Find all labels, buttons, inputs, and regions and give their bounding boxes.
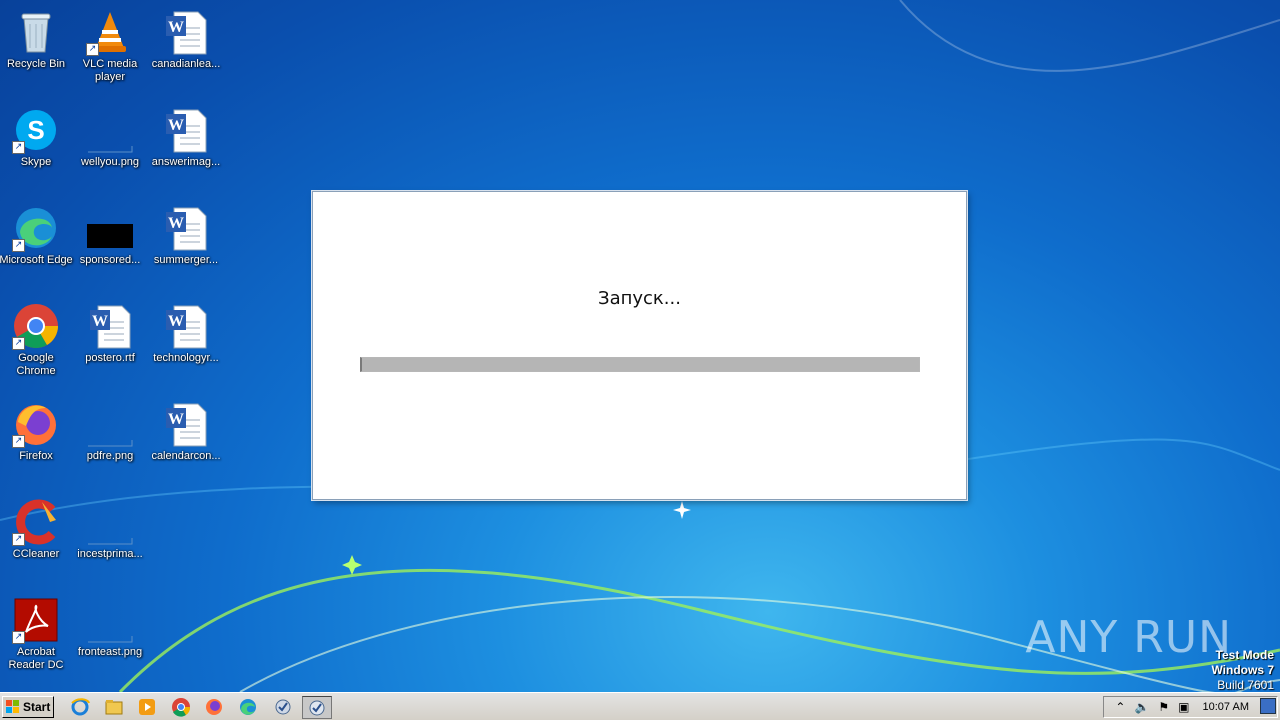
launch-dialog: Запуск... — [312, 191, 967, 500]
anyrun-watermark: ANY RUN — [1025, 612, 1232, 663]
ccleaner-icon: ↗ — [12, 498, 60, 546]
desktop-icon-chrome[interactable]: ↗ Google Chrome — [0, 296, 74, 378]
setup-app-icon — [309, 700, 325, 716]
start-label: Start — [23, 700, 51, 714]
sparkle-icon — [342, 555, 362, 575]
file-explorer-icon[interactable] — [104, 697, 124, 717]
skype-icon: S ↗ — [12, 106, 60, 154]
word-doc-icon: W — [162, 106, 210, 154]
png-file-icon — [86, 596, 134, 644]
ie-icon[interactable] — [70, 697, 90, 717]
image-file-icon — [86, 204, 134, 252]
show-desktop-button[interactable] — [1260, 698, 1276, 714]
desktop-icon-skype[interactable]: S ↗ Skype — [0, 100, 74, 169]
shortcut-arrow-icon: ↗ — [12, 435, 25, 448]
tray-expand-icon[interactable]: ⌃ — [1115, 700, 1125, 714]
desktop-icon-canadianlea[interactable]: W canadianlea... — [148, 2, 224, 71]
firefox-taskbar-icon[interactable] — [204, 697, 224, 717]
desktop-icon-summerger[interactable]: W summerger... — [148, 198, 224, 267]
media-player-icon[interactable] — [137, 697, 157, 717]
taskbar: Start ⌃ 🔈 ⚑ ▣ 10:07 AM — [0, 692, 1280, 720]
desktop-icon-calendarcon[interactable]: W calendarcon... — [148, 394, 224, 463]
test-mode-notice: Test Mode Windows 7 Build 7601 — [1211, 648, 1274, 692]
svg-text:W: W — [168, 411, 184, 428]
sparkle-icon — [673, 501, 691, 519]
desktop-icon-ccleaner[interactable]: ↗ CCleaner — [0, 492, 74, 561]
edge-taskbar-icon[interactable] — [238, 697, 258, 717]
start-button[interactable]: Start — [2, 696, 54, 718]
progress-bar-fill — [362, 358, 919, 371]
svg-text:S: S — [27, 115, 44, 145]
svg-text:W: W — [168, 19, 184, 36]
png-file-icon — [86, 106, 134, 154]
progress-bar — [360, 357, 920, 372]
desktop-icon-sponsored[interactable]: sponsored... — [72, 198, 148, 267]
desktop: Recycle Bin S ↗ Skype ↗ Microsoft Edge ↗… — [0, 0, 1280, 692]
active-task-button[interactable] — [302, 696, 332, 719]
shortcut-arrow-icon: ↗ — [12, 337, 25, 350]
word-doc-icon: W — [86, 302, 134, 350]
network-icon[interactable]: ▣ — [1178, 700, 1189, 714]
svg-text:W: W — [92, 313, 108, 330]
test-mode-line2: Windows 7 — [1211, 663, 1274, 677]
shortcut-arrow-icon: ↗ — [12, 141, 25, 154]
desktop-icon-recycle-bin[interactable]: Recycle Bin — [0, 2, 74, 71]
desktop-icon-firefox[interactable]: ↗ Firefox — [0, 394, 74, 463]
shortcut-arrow-icon: ↗ — [12, 239, 25, 252]
desktop-icon-fronteast-png[interactable]: fronteast.png — [72, 590, 148, 659]
word-doc-icon: W — [162, 400, 210, 448]
windows-flag-icon — [6, 700, 20, 714]
vlc-icon: ↗ — [86, 8, 134, 56]
desktop-icon-edge[interactable]: ↗ Microsoft Edge — [0, 198, 74, 267]
system-tray: ⌃ 🔈 ⚑ ▣ 10:07 AM — [1103, 696, 1278, 718]
word-doc-icon: W — [162, 204, 210, 252]
action-center-flag-icon[interactable]: ⚑ — [1158, 700, 1169, 714]
word-doc-icon: W — [162, 302, 210, 350]
desktop-icon-vlc[interactable]: ↗ VLC media player — [72, 2, 148, 84]
chrome-taskbar-icon[interactable] — [171, 697, 191, 717]
acrobat-icon: ↗ — [12, 596, 60, 644]
test-mode-line1: Test Mode — [1215, 648, 1274, 662]
shortcut-arrow-icon: ↗ — [12, 631, 25, 644]
volume-icon[interactable]: 🔈 — [1134, 700, 1149, 714]
setup-app-icon[interactable] — [273, 697, 293, 717]
firefox-icon: ↗ — [12, 400, 60, 448]
png-file-icon — [86, 498, 134, 546]
dialog-title: Запуск... — [598, 288, 681, 309]
desktop-icon-incestprima[interactable]: incestprima... — [72, 492, 148, 561]
shortcut-arrow-icon: ↗ — [12, 533, 25, 546]
test-mode-line3: Build 7601 — [1217, 678, 1274, 692]
desktop-icon-pdfre-png[interactable]: pdfre.png — [72, 394, 148, 463]
desktop-icon-postero-rtf[interactable]: W postero.rtf — [72, 296, 148, 365]
desktop-icon-wellyou-png[interactable]: wellyou.png — [72, 100, 148, 169]
desktop-icon-answerimag[interactable]: W answerimag... — [148, 100, 224, 169]
chrome-icon: ↗ — [12, 302, 60, 350]
desktop-icon-technologyr[interactable]: W technologyr... — [148, 296, 224, 365]
edge-icon: ↗ — [12, 204, 60, 252]
shortcut-arrow-icon: ↗ — [86, 43, 99, 56]
word-doc-icon: W — [162, 8, 210, 56]
svg-text:W: W — [168, 215, 184, 232]
desktop-icon-acrobat[interactable]: ↗ Acrobat Reader DC — [0, 590, 74, 672]
recycle-bin-icon — [12, 8, 60, 56]
svg-text:W: W — [168, 117, 184, 134]
png-file-icon — [86, 400, 134, 448]
clock[interactable]: 10:07 AM — [1203, 701, 1249, 713]
svg-text:W: W — [168, 313, 184, 330]
